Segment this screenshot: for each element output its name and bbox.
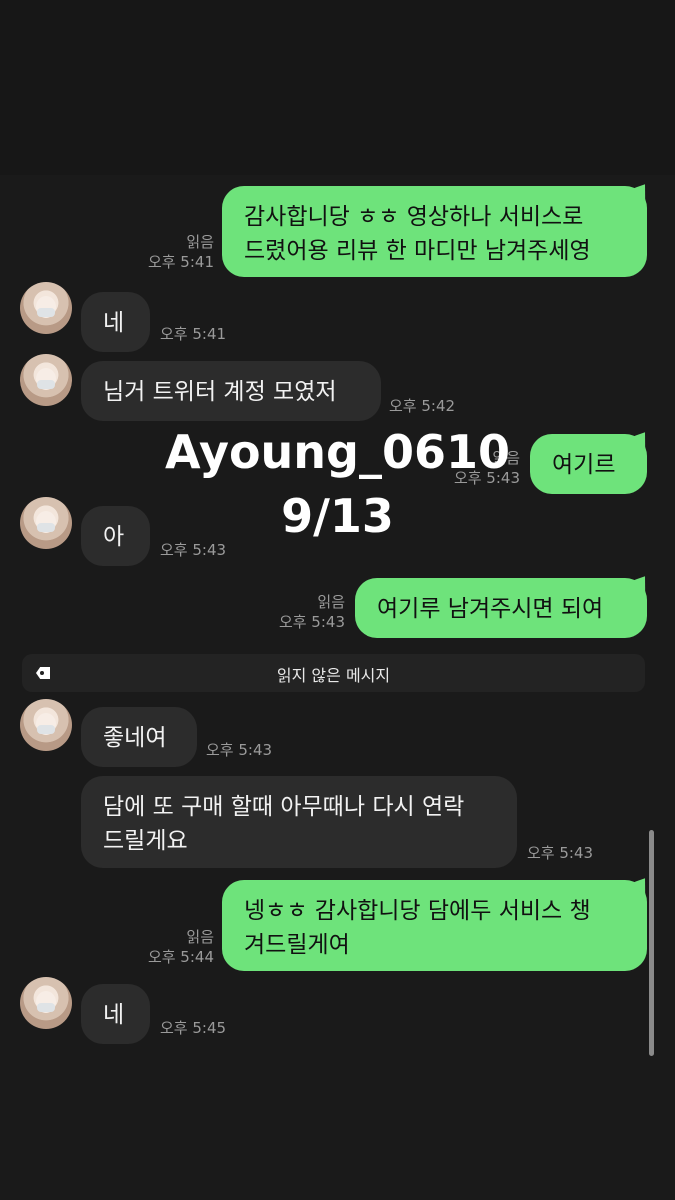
- contact-avatar[interactable]: [20, 354, 72, 406]
- message-time: 오후 5:43: [527, 844, 594, 862]
- message-time: 오후 5:43: [206, 741, 273, 759]
- overlay-date: 9/13: [281, 489, 394, 543]
- message-bubble-incoming[interactable]: 네: [81, 984, 150, 1044]
- read-receipt: 읽음: [186, 233, 214, 251]
- top-area: [0, 0, 675, 175]
- message-bubble-outgoing[interactable]: 감사합니당 ㅎㅎ 영상하나 서비스로 드렸어용 리뷰 한 마디만 남겨주세영: [222, 186, 647, 277]
- contact-avatar[interactable]: [20, 282, 72, 334]
- message-bubble-incoming[interactable]: 담에 또 구매 할때 아무때나 다시 연락 드릴게요: [81, 776, 517, 868]
- contact-avatar[interactable]: [20, 699, 72, 751]
- scrollbar[interactable]: [649, 830, 654, 1056]
- message-time: 오후 5:41: [147, 253, 214, 271]
- message-bubble-outgoing[interactable]: 넹ㅎㅎ 감사합니당 담에두 서비스 챙 겨드릴게여: [222, 880, 647, 971]
- chat-screen: 감사합니당 ㅎㅎ 영상하나 서비스로 드렸어용 리뷰 한 마디만 남겨주세영 읽…: [0, 0, 675, 1200]
- unread-divider-label: 읽지 않은 메시지: [276, 666, 391, 685]
- message-time: 오후 5:44: [147, 948, 214, 966]
- contact-avatar[interactable]: [20, 977, 72, 1029]
- message-bubble-incoming[interactable]: 님거 트위터 계정 모였저: [81, 361, 381, 421]
- message-time: 오후 5:45: [160, 1019, 227, 1037]
- message-bubble-incoming[interactable]: 네: [81, 292, 150, 352]
- read-receipt: 읽음: [186, 928, 214, 946]
- message-time: 오후 5:43: [278, 613, 345, 631]
- message-time: 오후 5:41: [160, 325, 227, 343]
- message-bubble-outgoing[interactable]: 여기루 남겨주시면 되여: [355, 578, 647, 638]
- overlay-username: Ayoung_0610: [165, 425, 510, 479]
- unread-messages-divider: 읽지 않은 메시지: [22, 654, 645, 692]
- read-receipt: 읽음: [317, 593, 345, 611]
- message-bubble-incoming[interactable]: 좋네여: [81, 707, 197, 767]
- message-time: 오후 5:42: [389, 397, 456, 415]
